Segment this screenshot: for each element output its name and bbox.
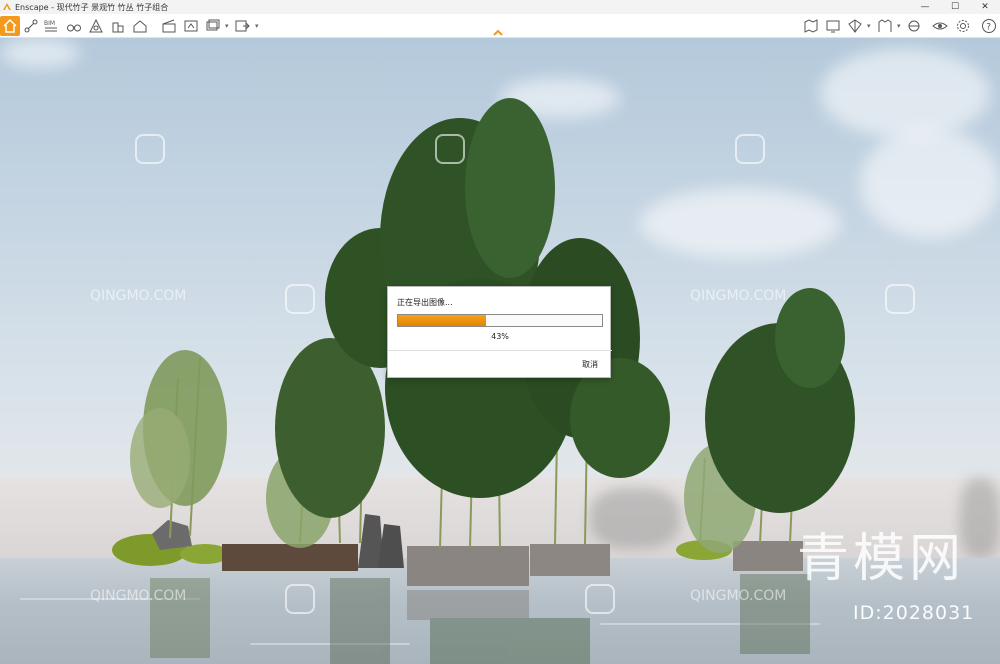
display-button[interactable]: [823, 16, 843, 36]
buildings-button[interactable]: [108, 16, 128, 36]
settings-icon: [957, 20, 969, 32]
export-icon: [235, 20, 250, 32]
progress-percent: 43%: [491, 332, 509, 341]
help-icon: ?: [982, 19, 996, 33]
bim-path-icon: [24, 19, 38, 33]
settings-button[interactable]: [953, 16, 973, 36]
cancel-button[interactable]: 取消: [582, 359, 598, 370]
svg-text:BIM: BIM: [44, 20, 55, 27]
chevron-down-icon[interactable]: ▾: [255, 22, 259, 30]
screenshot-icon: [184, 20, 198, 32]
dialog-divider: [388, 350, 612, 351]
video-editor-button[interactable]: [159, 16, 179, 36]
bim-icon: BIM: [44, 20, 57, 32]
progress-fill: [398, 315, 486, 326]
minimize-button[interactable]: —: [910, 0, 940, 14]
stone-planter: [733, 541, 803, 571]
export-progress-dialog: 正在导出图像... 43% 取消: [387, 286, 612, 378]
walk-mode-button[interactable]: [64, 16, 84, 36]
batch-render-icon: [206, 19, 220, 31]
watermark-id: ID:2028031: [853, 602, 975, 624]
atmosphere-icon: [908, 20, 920, 32]
atmosphere-button[interactable]: [904, 16, 924, 36]
watermark-text: QINGMO.COM: [90, 588, 187, 604]
house-icon: [133, 20, 147, 33]
display-icon: [826, 20, 840, 33]
watermark-text: QINGMO.COM: [90, 288, 187, 304]
watermark-text: QINGMO.COM: [690, 588, 787, 604]
screenshot-button[interactable]: [181, 16, 201, 36]
chevron-down-icon[interactable]: ▾: [897, 22, 901, 30]
progress-bar: [397, 314, 603, 327]
rock: [378, 524, 404, 568]
chevron-down-icon[interactable]: ▾: [225, 22, 229, 30]
watermark-logo: [585, 584, 615, 614]
rock: [152, 520, 192, 550]
maximize-button[interactable]: ☐: [940, 0, 970, 14]
eye-icon: [932, 22, 948, 30]
batch-render-button[interactable]: [203, 16, 223, 36]
materials-button[interactable]: [875, 16, 895, 36]
asset-library-button[interactable]: [845, 16, 865, 36]
binoculars-icon: [67, 24, 81, 32]
watermark-logo: [435, 134, 465, 164]
wood-planter: [222, 544, 358, 571]
bim-path-button[interactable]: [21, 16, 41, 36]
stone-planter: [530, 544, 610, 576]
materials-icon: [878, 19, 892, 32]
home-button[interactable]: [0, 16, 20, 36]
clapper-icon: [162, 19, 176, 33]
watermark-logo: [885, 284, 915, 314]
title-bar: Enscape - 现代竹子 景观竹 竹丛 竹子组合 — ☐ ✕: [0, 0, 1000, 14]
collapse-toolbar-icon[interactable]: [491, 27, 505, 37]
window-title: Enscape - 现代竹子 景观竹 竹丛 竹子组合: [15, 2, 169, 12]
watermark-logo: [285, 284, 315, 314]
chevron-down-icon[interactable]: ▾: [867, 22, 871, 30]
window-controls: — ☐ ✕: [910, 0, 1000, 14]
main-toolbar: BIM ▾ ▾ ▾ ▾ ?: [0, 14, 1000, 38]
watermark-logo: [735, 134, 765, 164]
views-button[interactable]: [130, 16, 150, 36]
home-icon: [3, 18, 17, 33]
stone-planter: [407, 546, 529, 586]
building-icon: [112, 22, 124, 33]
asset-icon: [848, 19, 862, 33]
watermark-logo: [285, 584, 315, 614]
map-icon: [804, 19, 818, 33]
watermark-big-text: 青模网: [797, 529, 966, 589]
bim-button[interactable]: BIM: [41, 16, 61, 36]
export-button[interactable]: [232, 16, 252, 36]
fly-mode-button[interactable]: [86, 16, 106, 36]
help-button[interactable]: ?: [979, 16, 999, 36]
close-button[interactable]: ✕: [970, 0, 1000, 14]
fly-mode-icon: [89, 18, 103, 33]
map-button[interactable]: [801, 16, 821, 36]
svg-text:?: ?: [986, 23, 991, 33]
watermark-text: QINGMO.COM: [690, 288, 787, 304]
dialog-title: 正在导出图像...: [397, 298, 453, 307]
watermark-logo: [135, 134, 165, 164]
enscape-logo-icon: [3, 3, 11, 10]
visual-settings-button[interactable]: [930, 16, 950, 36]
